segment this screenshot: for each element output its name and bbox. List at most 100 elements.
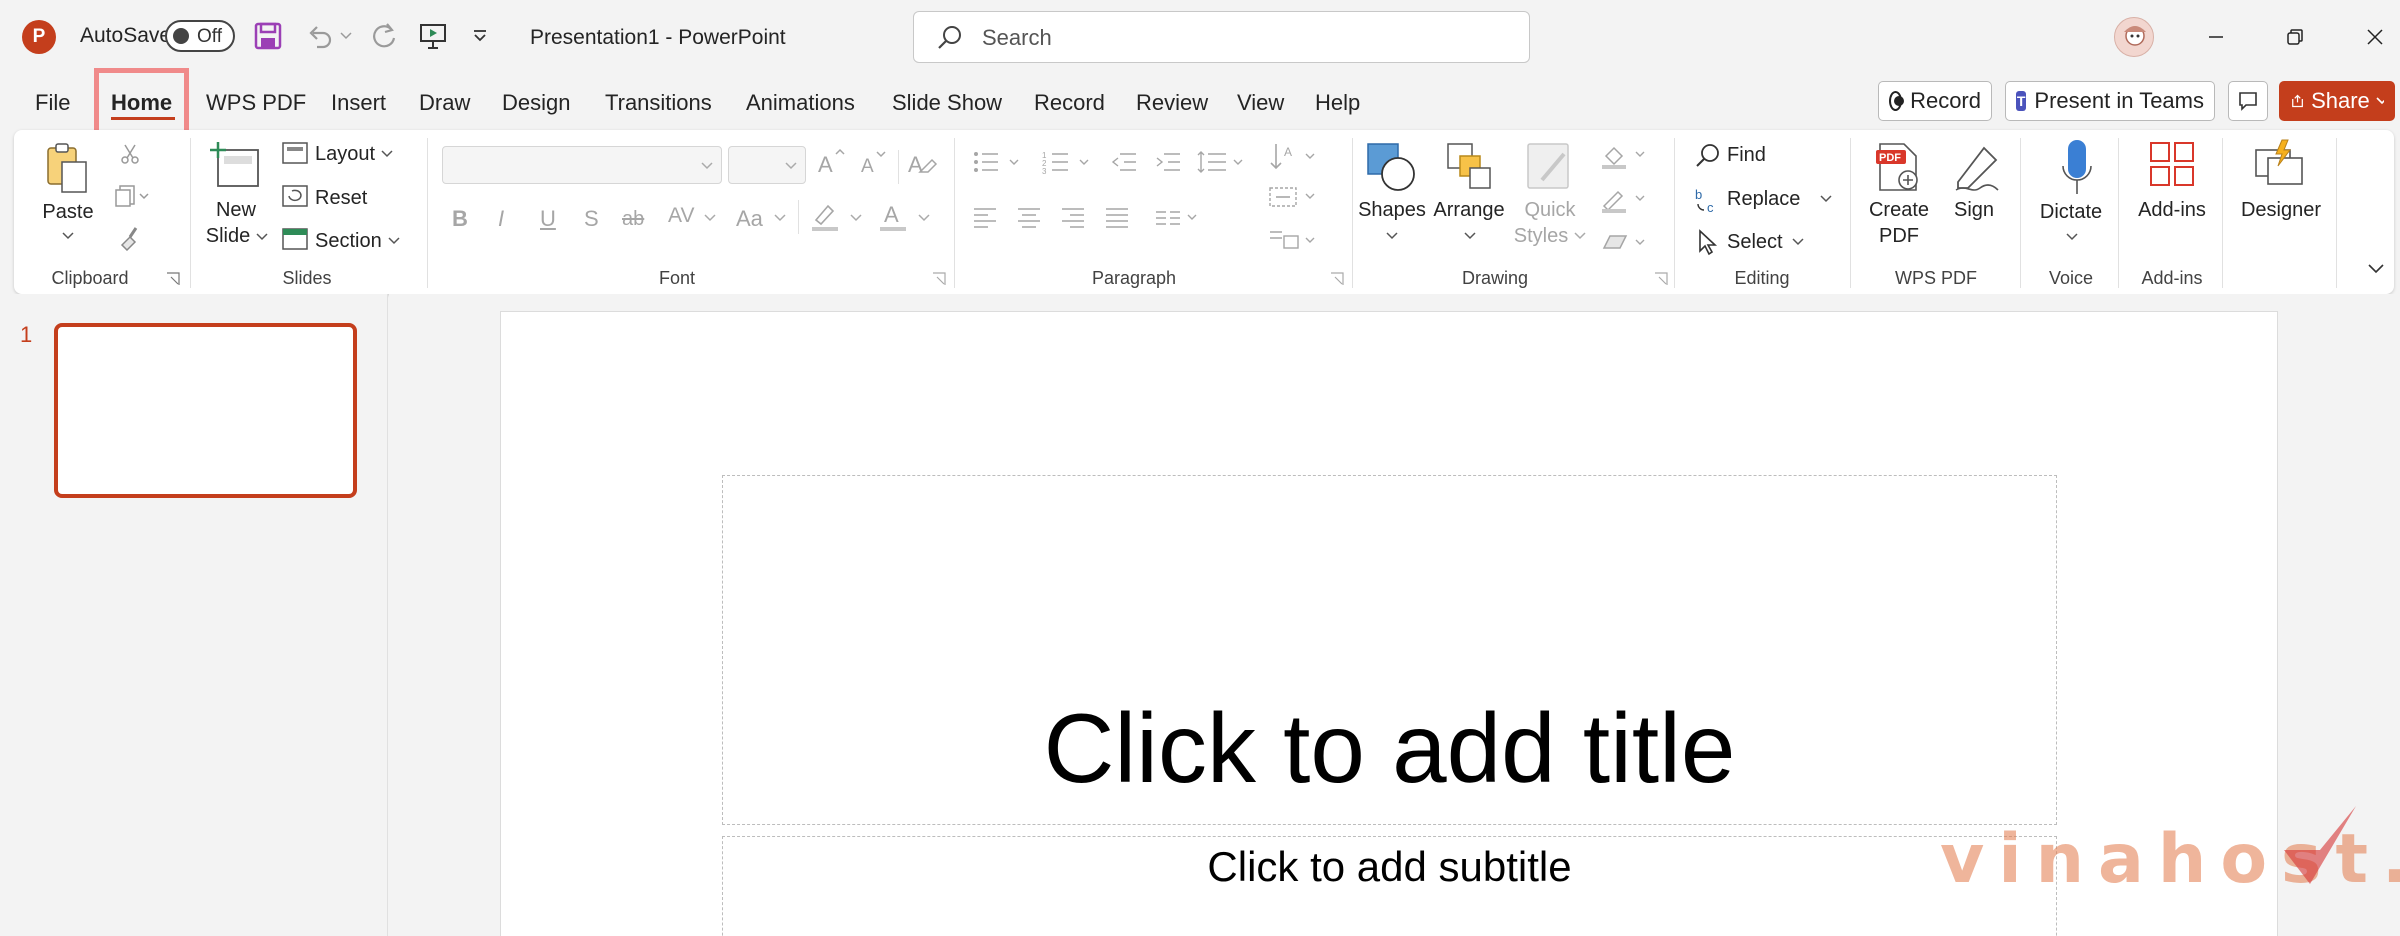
present-in-teams-button[interactable]: T Present in Teams <box>2005 81 2215 121</box>
create-pdf-label-2[interactable]: PDF <box>1879 224 1919 249</box>
decrease-indent-icon[interactable] <box>1110 150 1138 179</box>
tab-help[interactable]: Help <box>1315 90 1360 116</box>
clear-formatting-icon[interactable]: A <box>906 148 938 183</box>
decrease-font-size-icon[interactable]: A <box>859 148 889 183</box>
align-center-icon[interactable] <box>1016 206 1042 233</box>
drawing-dialog-launcher-icon[interactable] <box>1654 272 1668 286</box>
justify-icon[interactable] <box>1104 206 1130 233</box>
layout-icon[interactable] <box>282 142 308 169</box>
find-button[interactable]: Find <box>1727 144 1766 167</box>
slide-thumbnail[interactable] <box>54 323 357 498</box>
paragraph-dialog-launcher-icon[interactable] <box>1330 272 1344 286</box>
paste-label[interactable]: Paste <box>42 200 93 225</box>
new-slide-label-2[interactable]: Slide <box>206 224 250 249</box>
align-right-icon[interactable] <box>1060 206 1086 233</box>
undo-icon[interactable] <box>302 18 338 54</box>
dictate-label[interactable]: Dictate <box>2040 200 2102 225</box>
underline-button[interactable]: U <box>540 206 556 232</box>
numbering-icon[interactable]: 123 <box>1042 150 1094 179</box>
layout-button[interactable]: Layout <box>315 143 375 166</box>
designer-label[interactable]: Designer <box>2241 198 2321 223</box>
quick-styles-label[interactable]: Quick <box>1524 198 1575 223</box>
italic-button[interactable]: I <box>498 206 504 232</box>
add-ins-icon[interactable] <box>2148 140 2198 195</box>
change-case-button[interactable]: Aa <box>736 206 763 232</box>
close-icon[interactable] <box>2355 18 2395 56</box>
new-slide-icon[interactable] <box>210 138 262 197</box>
quick-styles-icon[interactable] <box>1524 140 1576 201</box>
subtitle-placeholder[interactable]: Click to add subtitle <box>722 836 2057 936</box>
line-spacing-icon[interactable] <box>1196 150 1248 179</box>
chevron-down-icon[interactable] <box>774 214 786 222</box>
text-shadow-button[interactable]: S <box>584 206 599 232</box>
tab-view[interactable]: View <box>1237 90 1284 116</box>
bullets-icon[interactable] <box>972 150 1024 179</box>
section-dropdown-icon[interactable] <box>388 237 400 245</box>
autosave-toggle[interactable]: Off <box>165 20 235 52</box>
replace-icon[interactable]: bc <box>1694 186 1722 219</box>
arrange-icon[interactable] <box>1444 140 1494 201</box>
share-button[interactable]: Share <box>2279 81 2395 121</box>
search-input[interactable]: Search <box>913 11 1530 63</box>
select-button[interactable]: Select <box>1727 231 1783 254</box>
shapes-label[interactable]: Shapes <box>1358 198 1426 223</box>
undo-dropdown-icon[interactable] <box>336 18 356 54</box>
align-left-icon[interactable] <box>972 206 998 233</box>
columns-icon[interactable] <box>1154 206 1202 233</box>
new-slide-dropdown-icon[interactable] <box>256 233 268 241</box>
shapes-icon[interactable] <box>1364 140 1420 201</box>
copy-icon[interactable] <box>114 184 150 213</box>
quick-styles-label-2[interactable]: Styles <box>1514 224 1568 249</box>
tab-slide-show[interactable]: Slide Show <box>892 90 1002 116</box>
font-dialog-launcher-icon[interactable] <box>932 272 946 286</box>
start-from-beginning-icon[interactable] <box>415 18 451 54</box>
chevron-down-icon[interactable] <box>850 214 862 222</box>
dictate-dropdown-icon[interactable] <box>2066 233 2078 241</box>
save-icon[interactable] <box>250 18 286 54</box>
microphone-icon[interactable] <box>2060 138 2094 203</box>
highlight-color-icon[interactable] <box>810 200 842 237</box>
arrange-dropdown-icon[interactable] <box>1464 232 1476 240</box>
title-placeholder[interactable]: Click to add title <box>722 475 2057 825</box>
format-painter-icon[interactable] <box>116 225 142 256</box>
tab-review[interactable]: Review <box>1136 90 1208 116</box>
collapse-ribbon-icon[interactable] <box>2368 264 2384 274</box>
increase-indent-icon[interactable] <box>1154 150 1182 179</box>
layout-dropdown-icon[interactable] <box>381 150 393 158</box>
new-slide-label[interactable]: New <box>216 198 256 223</box>
bold-button[interactable]: B <box>452 206 468 232</box>
quick-styles-dropdown-icon[interactable] <box>1574 232 1586 240</box>
shapes-dropdown-icon[interactable] <box>1386 232 1398 240</box>
designer-icon[interactable] <box>2252 138 2308 197</box>
select-cursor-icon[interactable] <box>1694 228 1722 261</box>
tab-draw[interactable]: Draw <box>419 90 470 116</box>
find-icon[interactable] <box>1694 142 1722 175</box>
paste-dropdown-icon[interactable] <box>62 232 74 240</box>
clipboard-dialog-launcher-icon[interactable] <box>166 272 180 286</box>
redo-icon[interactable] <box>366 18 402 54</box>
font-size-select[interactable] <box>728 146 806 184</box>
create-pdf-label[interactable]: Create <box>1869 198 1929 223</box>
sign-label[interactable]: Sign <box>1954 198 1994 223</box>
paste-icon[interactable] <box>44 140 90 201</box>
shape-fill-icon[interactable] <box>1600 142 1650 175</box>
chevron-down-icon[interactable] <box>704 214 716 222</box>
section-icon[interactable] <box>282 228 308 255</box>
chevron-down-icon[interactable] <box>918 214 930 222</box>
tab-record[interactable]: Record <box>1034 90 1105 116</box>
sign-icon[interactable] <box>1950 140 2004 201</box>
shape-outline-icon[interactable] <box>1600 186 1650 219</box>
cut-icon[interactable] <box>118 142 142 171</box>
increase-font-size-icon[interactable]: A <box>816 148 846 183</box>
character-spacing-button[interactable]: AV <box>668 204 694 228</box>
tab-insert[interactable]: Insert <box>331 90 386 116</box>
add-ins-label[interactable]: Add-ins <box>2138 198 2206 223</box>
shape-effects-icon[interactable] <box>1600 230 1650 263</box>
avatar[interactable] <box>2114 17 2154 57</box>
text-direction-icon[interactable]: A <box>1268 142 1318 177</box>
select-dropdown-icon[interactable] <box>1792 238 1804 246</box>
reset-icon[interactable] <box>282 185 308 212</box>
tab-transitions[interactable]: Transitions <box>605 90 712 116</box>
create-pdf-icon[interactable]: PDF <box>1874 140 1924 201</box>
tab-design[interactable]: Design <box>502 90 570 116</box>
